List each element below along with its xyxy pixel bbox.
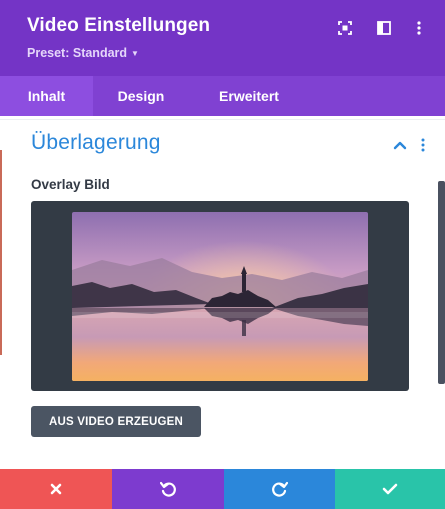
undo-icon — [160, 481, 176, 497]
generate-from-video-button[interactable]: AUS VIDEO ERZEUGEN — [31, 406, 201, 437]
panel-header: Video Einstellungen Preset: Standard ▼ — [0, 0, 445, 76]
scrollbar[interactable] — [438, 181, 445, 384]
section-more-icon[interactable] — [418, 137, 428, 153]
panel-title: Video Einstellungen — [27, 15, 211, 36]
layout-icon[interactable] — [376, 20, 392, 36]
preset-label: Preset: Standard — [27, 46, 128, 60]
action-bar — [0, 469, 445, 509]
tab-inhalt[interactable]: Inhalt — [0, 76, 93, 116]
close-icon — [50, 483, 62, 495]
preset-selector[interactable]: Preset: Standard ▼ — [27, 46, 139, 60]
settings-panel: Video Einstellungen Preset: Standard ▼ I… — [0, 0, 445, 509]
caret-down-icon: ▼ — [131, 49, 139, 58]
fullscreen-icon[interactable] — [337, 20, 353, 36]
undo-button[interactable] — [112, 469, 224, 509]
check-icon — [382, 483, 398, 495]
overlay-image-upload[interactable] — [31, 201, 409, 391]
redo-button[interactable] — [224, 469, 335, 509]
background-preview-edge — [0, 150, 2, 355]
tab-erweitert[interactable]: Erweitert — [189, 76, 309, 116]
more-vertical-icon[interactable] — [411, 20, 427, 36]
tab-bar: Inhalt Design Erweitert — [0, 76, 445, 116]
section-title[interactable]: Überlagerung — [31, 131, 161, 155]
cancel-button[interactable] — [0, 469, 112, 509]
save-button[interactable] — [335, 469, 445, 509]
section-divider — [0, 119, 445, 120]
overlay-image-preview — [72, 212, 368, 381]
tab-design[interactable]: Design — [93, 76, 189, 116]
redo-icon — [271, 481, 288, 497]
overlay-image-label: Overlay Bild — [31, 177, 110, 192]
chevron-up-icon[interactable] — [393, 138, 407, 150]
